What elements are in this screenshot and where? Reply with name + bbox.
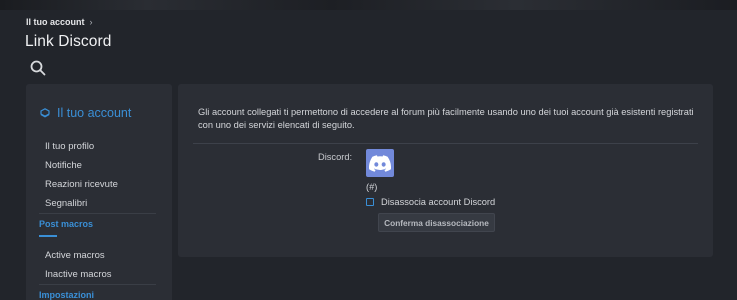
connected-account-panel: Gli account collegati ti permettono di a… bbox=[178, 84, 713, 257]
account-icon bbox=[40, 107, 50, 117]
sidebar-header[interactable]: Il tuo account bbox=[40, 106, 131, 120]
section-divider bbox=[193, 143, 698, 144]
disassociate-checkbox[interactable] bbox=[366, 198, 374, 206]
discord-field-label: Discord: bbox=[318, 152, 353, 162]
top-banner bbox=[0, 0, 737, 10]
account-sidebar: Il tuo account Il tuo profilo Notifiche … bbox=[26, 84, 172, 300]
breadcrumb: Il tuo account › bbox=[26, 17, 93, 27]
sidebar-item-reazioni[interactable]: Reazioni ricevute bbox=[45, 179, 118, 190]
breadcrumb-item-account[interactable]: Il tuo account bbox=[26, 17, 85, 27]
chevron-right-icon: › bbox=[89, 17, 93, 27]
page-title: Link Discord bbox=[25, 33, 112, 50]
sidebar-item-active-macros[interactable]: Active macros bbox=[45, 250, 105, 261]
search-icon bbox=[30, 60, 46, 76]
disassociate-checkbox-row[interactable]: Disassocia account Discord bbox=[366, 197, 495, 207]
section-accent-bar bbox=[39, 235, 57, 237]
sidebar-item-inactive-macros[interactable]: Inactive macros bbox=[45, 269, 112, 280]
sidebar-item-segnalibri[interactable]: Segnalibri bbox=[45, 198, 87, 209]
search-button[interactable] bbox=[29, 59, 47, 77]
confirm-disassociate-button[interactable]: Conferma disassociazione bbox=[378, 213, 495, 232]
sidebar-item-profilo[interactable]: Il tuo profilo bbox=[45, 141, 94, 152]
discord-account-name: (#) bbox=[366, 182, 378, 192]
discord-avatar bbox=[366, 149, 394, 177]
sidebar-section-post-macros: Post macros bbox=[39, 219, 94, 229]
sidebar-item-notifiche[interactable]: Notifiche bbox=[45, 160, 82, 171]
sidebar-header-label: Il tuo account bbox=[57, 106, 132, 120]
disassociate-label: Disassocia account Discord bbox=[381, 197, 496, 207]
discord-logo-icon bbox=[369, 154, 391, 172]
sidebar-divider bbox=[39, 213, 156, 214]
sidebar-section-impostazioni: Impostazioni bbox=[39, 290, 95, 300]
sidebar-divider bbox=[39, 284, 156, 285]
intro-text: Gli account collegati ti permettono di a… bbox=[198, 107, 694, 130]
